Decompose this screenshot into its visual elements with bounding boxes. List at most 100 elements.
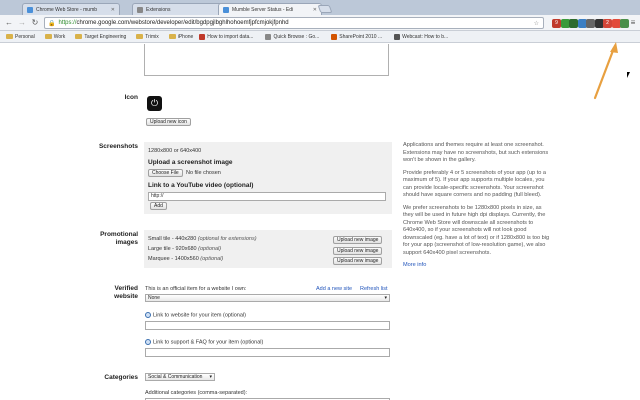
url-scheme: https:// [58,20,77,26]
back-button[interactable]: ← [4,18,14,28]
screenshots-help: Applications and themes require at least… [403,142,553,270]
bookmark-label: Work [53,33,66,40]
bookmark-folder-trimix[interactable]: Trimix [136,33,159,40]
label-line: Verified [114,285,138,292]
chevron-down-icon: ▾ [384,295,387,301]
gmail-icon[interactable]: 2 [603,19,612,28]
promotional-images-label: Promotional images [70,231,138,247]
heading-text: Link to website for your item (optional) [153,312,246,319]
youtube-video-heading: Link to a YouTube video (optional) [148,182,254,189]
bookmark-folder-personal[interactable]: Personal [6,34,35,40]
add-new-site-link[interactable]: Add a new site [316,286,352,292]
mouse-cursor-icon [627,72,630,78]
bookmark-label: Webcast: How to b... [402,33,449,40]
help-paragraph: Provide preferably 4 or 5 screenshots of… [403,169,547,199]
address-bar[interactable]: 🔒 https:// chrome.google.com/webstore/de… [44,17,544,29]
youtube-url-input[interactable]: http:// [148,192,386,201]
select-value: Social & Communication [148,374,203,380]
no-file-chosen-text: No file chosen [186,170,221,176]
refresh-list-link[interactable]: Refresh list [360,286,388,292]
label-line: Promotional [100,231,138,238]
close-icon[interactable]: ✕ [108,7,115,13]
folder-icon [44,34,52,39]
close-icon[interactable]: ✕ [310,7,317,13]
promo-name: Large tile - 920x680 [148,246,197,252]
promo-note: (optional) [196,246,222,252]
browser-toolbar: ← → ↻ 🔒 https:// chrome.google.com/webst… [0,15,640,31]
upload-screenshot-heading: Upload a screenshot image [148,159,233,166]
choose-file-button[interactable]: Choose File [148,169,183,177]
bookmark-label: Quick Browse : Go... [273,33,320,40]
support-url-input[interactable] [145,348,390,357]
bookmark-label: Trimix [145,33,159,40]
additional-categories-label: Additional categories (comma-separated): [145,390,248,396]
edit-item-page: Icon ⏻ Upload new icon Screenshots 1280x… [0,44,640,400]
webstore-icon [27,6,33,13]
menu-icon[interactable]: ≡ [628,18,638,28]
upload-new-icon-button[interactable]: Upload new icon [146,118,191,126]
description-textarea[interactable] [144,44,389,76]
forward-button[interactable]: → [17,18,27,28]
more-info-link[interactable]: More info [403,262,553,270]
promo-note: (optional) [198,256,224,262]
promo-row-marquee: Marquee - 1400x560 (optional) [148,256,223,262]
bookmark-how-to-import[interactable]: How to import data... [199,33,253,40]
tab-strip: Chrome Web Store - mumb ✕ Extensions ✕ M… [0,0,640,15]
tab-extensions[interactable]: Extensions ✕ [132,3,232,15]
promo-name: Marquee - 1400x560 [148,256,199,262]
tab-chrome-web-store[interactable]: Chrome Web Store - mumb ✕ [22,3,120,15]
screenshot-size-text: 1280x800 or 640x400 [148,148,202,154]
add-video-button[interactable]: Add [150,202,167,210]
bookmark-favicon [199,33,206,40]
upload-marquee-button[interactable]: Upload new image [333,257,383,265]
bookmark-label: iPhone [177,33,194,40]
support-link-heading: Link to support & FAQ for your item (opt… [145,339,263,345]
star-icon[interactable]: ☆ [534,20,539,27]
tab-title: Chrome Web Store - mumb [36,6,98,13]
bookmark-sharepoint[interactable]: SharePoint 2010 ... [331,33,382,40]
bookmark-favicon [265,33,272,40]
label-line: website [114,293,138,300]
webstore-icon [223,6,229,13]
new-tab-button[interactable] [317,5,333,13]
label-line: images [115,239,138,246]
puzzle-icon [137,6,143,13]
bookmark-folder-iphone[interactable]: iPhone [168,33,194,40]
mumble-app-icon: ⏻ [147,96,162,111]
website-url-input[interactable] [145,321,390,330]
upload-large-tile-button[interactable]: Upload new image [333,247,383,255]
help-paragraph: Applications and themes require at least… [403,142,549,163]
upload-small-tile-button[interactable]: Upload new image [333,236,383,244]
lock-icon: 🔒 [48,20,56,27]
bookmark-webcast[interactable]: Webcast: How to b... [394,33,449,40]
promo-row-small-tile: Small tile - 440x280 (optional for exten… [148,236,257,242]
folder-icon [136,34,144,39]
select-value: None [148,295,160,301]
promo-name: Small tile - 440x280 [148,236,197,242]
reload-button[interactable]: ↻ [30,18,40,28]
tab-title: Mumble Server Status - Edi [232,6,294,13]
tab-title: Extensions [146,6,171,13]
bookmark-label: Target Engineering [84,33,127,40]
plus-icon[interactable] [569,19,578,28]
gear-icon[interactable] [586,19,595,28]
category-select[interactable]: Social & Communication ▾ [145,373,215,381]
categories-label: Categories [104,374,138,381]
bookmark-quick-browse[interactable]: Quick Browse : Go... [265,33,320,40]
tab-mumble-server-status[interactable]: Mumble Server Status - Edi ✕ [218,3,322,15]
heading-text: Link to support & FAQ for your item (opt… [153,339,264,346]
bookmark-folder-work[interactable]: Work [44,33,66,40]
globe-icon [145,312,151,318]
chevron-down-icon: ▾ [209,374,212,380]
promo-note: (optional for extensions) [196,236,257,242]
folder-icon [6,34,13,39]
verified-site-select[interactable]: None ▾ [145,294,390,302]
bookmark-folder-target-engineering[interactable]: Target Engineering [75,34,126,40]
bookmark-favicon [394,33,401,40]
bookmarks-bar: Personal Work Target Engineering Trimix … [0,31,640,43]
screenshots-label: Screenshots [98,143,138,150]
url-text: chrome.google.com/webstore/developer/edi… [76,20,289,26]
icon-label: Icon [124,94,138,101]
mail-icon[interactable]: 9 [552,19,561,28]
globe-icon [145,339,151,345]
